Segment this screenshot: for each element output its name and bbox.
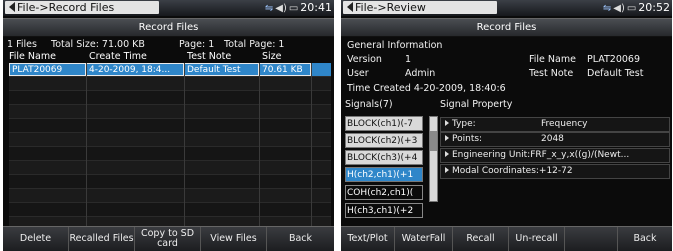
empty-softkey [565,227,618,251]
version-label: Version [347,54,382,65]
table-row-empty [9,133,331,147]
softkey-bar: Delete Recalled Files Copy to SD card Vi… [3,226,334,251]
property-label: Engineering Unit:FRF_x_y,x((g)/(Newt... [452,150,630,160]
clock: 20:52 [638,1,670,14]
files-count: 1 Files [7,39,37,50]
recall-button[interactable]: Recall [453,227,509,251]
table-row-empty [9,203,331,217]
page-title: Record Files [3,18,334,37]
table-row-empty [9,119,331,133]
version-value: 1 [405,54,412,65]
expand-triangle-icon [445,151,449,157]
column-divider [184,63,185,227]
page-title: Record Files [341,18,672,37]
total-size: Total Size: 71.00 KB [51,39,145,50]
table-row-empty [9,147,331,161]
delete-button[interactable]: Delete [3,227,69,251]
column-divider [259,63,260,227]
table-row-empty [9,91,331,105]
column-header-create-time[interactable]: Create Time [89,51,147,62]
waterfall-button[interactable]: WaterFall [395,227,453,251]
record-files-screen: File->Record Files ⇋ ◀︎) ▭ 20:41 Record Fil… [3,0,334,251]
expand-triangle-icon [445,167,449,173]
un-recall-button[interactable]: Un-recall [509,227,565,251]
page-number: Page: 1 [179,39,215,50]
battery-icon: ▭ [288,3,299,14]
softkey-bar: Text/Plot WaterFall Recall Un-recall Bac… [341,226,672,251]
list-item[interactable]: H(ch3,ch1)(+2 [345,203,423,218]
table-row-empty [9,105,331,119]
back-button[interactable]: Back [618,227,672,251]
list-item[interactable]: COH(ch2,ch1)( [345,185,423,200]
cell-create-time: 4-20-2009, 18:4... [86,63,184,76]
breadcrumb[interactable]: File->Record Files [5,1,159,14]
usb-icon: ⇋ [264,3,274,14]
column-divider [311,63,312,227]
breadcrumb[interactable]: File->Review [343,1,497,14]
table-row-empty [9,77,331,91]
property-engineering-unit[interactable]: Engineering Unit:FRF_x_y,x((g)/(Newt... [440,148,670,163]
property-label: Type: [452,119,476,129]
general-information-heading: General Information [347,40,443,51]
recalled-files-button[interactable]: Recalled Files [69,227,135,251]
breadcrumb-label: File->Record Files [17,1,115,14]
cell-test-note: Default Test [184,63,259,76]
property-value: 2048 [541,134,564,144]
file-table: File Name Create Time Test Note Size PLA… [9,51,331,231]
arrow-left-icon[interactable] [347,2,353,12]
status-bar: File->Review ⇋ ◀︎) ▭ 20:52 [341,0,672,16]
signals-list: BLOCK(ch1)(-7 BLOCK(ch2)(+3 BLOCK(ch3)(+… [345,116,427,234]
copy-to-sd-card-button[interactable]: Copy to SD card [135,227,201,251]
list-item[interactable]: BLOCK(ch2)(+3 [345,133,423,148]
speaker-icon: ◀︎) [613,3,625,14]
arrow-left-icon[interactable] [9,2,15,12]
breadcrumb-label: File->Review [355,1,426,14]
expand-triangle-icon [445,135,449,141]
user-label: User [347,68,369,79]
column-header-size[interactable]: Size [262,51,282,62]
clock: 20:41 [300,1,332,14]
test-note-value: Default Test [587,68,644,79]
column-header-file-name[interactable]: File Name [9,51,56,62]
signals-heading: Signals(7) [345,99,393,110]
cell-size: 70.61 KB [259,63,311,76]
property-points[interactable]: Points: 2048 [440,132,670,147]
table-row[interactable]: PLAT20069 4-20-2009, 18:4... Default Tes… [9,63,331,77]
property-modal-coordinates[interactable]: Modal Coordinates:+12-72 [440,164,670,179]
list-item-selected[interactable]: H(ch2,ch1)(+1 [345,167,423,182]
property-label: Modal Coordinates:+12-72 [452,166,573,176]
battery-icon: ▭ [626,3,637,14]
review-screen: File->Review ⇋ ◀︎) ▭ 20:52 Record Files Gen… [341,0,672,251]
scrollbar-thumb[interactable] [430,131,437,151]
signals-scrollbar[interactable] [429,116,438,202]
property-type[interactable]: Type: Frequency [440,117,670,132]
list-item[interactable]: BLOCK(ch3)(+4 [345,150,423,165]
column-divider [86,63,87,227]
back-button[interactable]: Back [267,227,334,251]
table-row-empty [9,189,331,203]
status-bar: File->Record Files ⇋ ◀︎) ▭ 20:41 [3,0,334,16]
list-item[interactable]: BLOCK(ch1)(-7 [345,116,423,131]
property-value: Frequency [541,119,588,129]
usb-icon: ⇋ [602,3,612,14]
total-page: Total Page: 1 [224,39,285,50]
test-note-label: Test Note [529,68,574,79]
column-header-test-note[interactable]: Test Note [187,51,231,62]
speaker-icon: ◀︎) [275,3,287,14]
table-row-empty [9,161,331,175]
text-plot-button[interactable]: Text/Plot [341,227,395,251]
view-files-button[interactable]: View Files [201,227,267,251]
property-label: Points: [452,134,483,144]
file-name-label: File Name [529,54,576,65]
time-created: Time Created 4-20-2009, 18:40:6 [347,83,506,94]
status-icons: ⇋ ◀︎) ▭ 20:41 [263,1,332,15]
table-row-empty [9,175,331,189]
signal-property-heading: Signal Property [440,99,513,110]
cell-file-name: PLAT20069 [9,63,86,76]
status-icons: ⇋ ◀︎) ▭ 20:52 [601,1,670,15]
user-value: Admin [405,68,436,79]
expand-triangle-icon [445,120,449,126]
file-name-value: PLAT20069 [587,54,641,65]
